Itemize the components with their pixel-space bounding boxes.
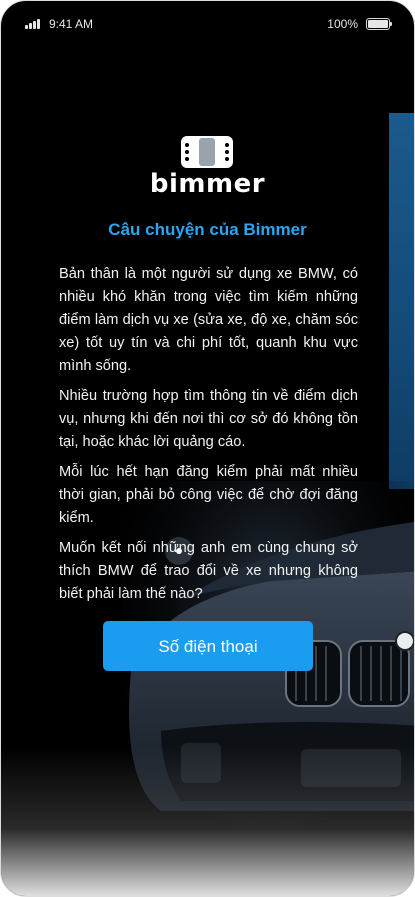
battery-percentage: 100% xyxy=(327,17,358,31)
floor-reflection xyxy=(1,746,414,896)
story-title: Câu chuyện của Bimmer xyxy=(108,220,307,239)
story-paragraph: Muốn kết nối những anh em cùng chung sở … xyxy=(59,540,358,602)
bimmer-logo-icon xyxy=(181,136,233,168)
phone-screen: 9:41 AM 100% bimmer Câu chuyện của Bimme… xyxy=(0,0,415,897)
story-body: Bản thân là một người sử dụng xe BMW, có… xyxy=(59,263,358,613)
brand-name: bimmer xyxy=(149,169,266,199)
status-bar: 9:41 AM 100% xyxy=(1,1,414,47)
story-paragraph: Mỗi lúc hết hạn đăng kiểm phải mất nhiều… xyxy=(59,464,358,526)
phone-number-button[interactable]: Số điện thoại xyxy=(103,621,313,671)
battery-icon xyxy=(366,18,392,30)
story-paragraph: Bản thân là một người sử dụng xe BMW, có… xyxy=(59,266,358,374)
signal-icon xyxy=(25,19,41,29)
status-time: 9:41 AM xyxy=(49,17,94,31)
story-paragraph: Nhiều trường hợp tìm thông tin về điểm d… xyxy=(59,388,358,450)
